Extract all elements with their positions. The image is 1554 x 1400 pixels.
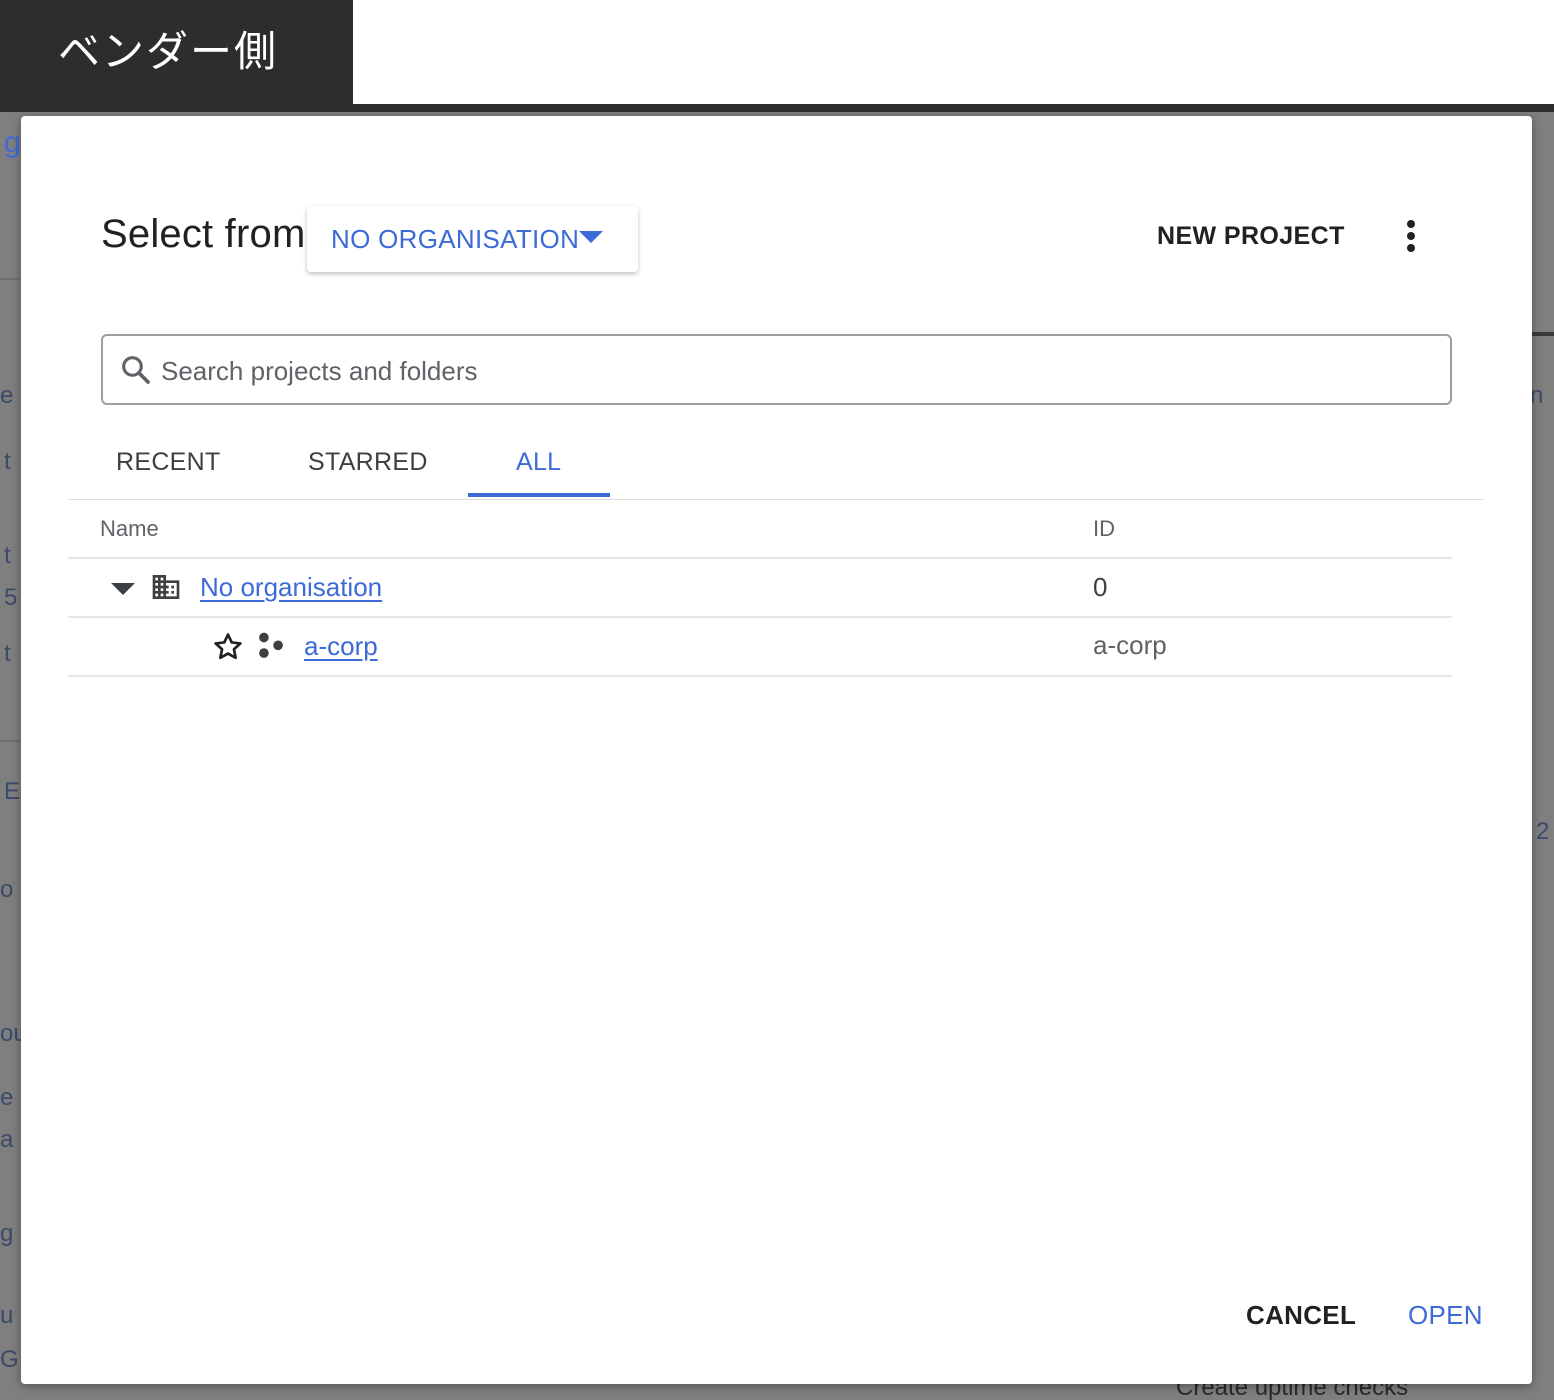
background-text: 5 [4,584,18,611]
caret-down-icon [579,231,603,243]
organisation-id: 0 [1093,572,1108,602]
tab-starred[interactable]: STARRED [308,448,428,477]
search-icon [122,356,150,384]
background-text: e [0,382,14,409]
table-divider [68,557,1452,559]
background-text: t [4,640,11,667]
background-text: u [0,1302,14,1329]
project-icon [259,632,283,658]
tab-all[interactable]: ALL [516,448,561,477]
table-divider [68,675,1452,677]
expand-caret-icon[interactable] [111,583,135,595]
background-text: e [0,1084,14,1111]
new-project-button[interactable]: NEW PROJECT [1157,222,1345,251]
dialog-title: Select from [101,212,306,256]
building-icon [152,575,180,599]
project-link[interactable]: a-corp [304,631,378,662]
table-divider [68,616,1452,618]
background-text: 2 [1536,818,1550,845]
tabs-divider [68,499,1484,500]
background-text: g [4,126,21,159]
star-outline-icon[interactable] [211,630,245,664]
open-button[interactable]: OPEN [1408,1300,1483,1331]
organisation-link[interactable]: No organisation [200,572,382,603]
organisation-dropdown-label: NO ORGANISATION [331,224,580,254]
column-header-name: Name [100,516,159,541]
background-divider [0,740,20,742]
screen: ベンダー側 g e t t 5 t E o ou e a g u G n 2 C… [0,0,1554,1400]
background-text: o [0,876,14,903]
background-text: n [1530,382,1544,409]
vendor-side-label: ベンダー側 [0,0,353,104]
organisation-dropdown[interactable]: NO ORGANISATION [307,206,638,272]
tab-recent[interactable]: RECENT [116,448,221,477]
more-options-icon[interactable] [1399,218,1423,254]
background-text: g [0,1220,14,1247]
background-text: t [4,448,11,475]
background-text: E [4,778,21,805]
background-divider [1532,332,1554,336]
column-header-id: ID [1093,516,1115,541]
search-input[interactable]: Search projects and folders [101,334,1452,405]
project-id: a-corp [1093,630,1167,660]
search-placeholder: Search projects and folders [161,356,478,386]
background-text: t [4,542,11,569]
background-text: G [0,1346,19,1373]
cancel-button[interactable]: CANCEL [1246,1300,1356,1331]
active-tab-indicator [468,493,610,497]
background-divider [0,278,20,280]
background-text: a [0,1126,14,1153]
project-picker-dialog: Select from NO ORGANISATION NEW PROJECT … [21,116,1532,1384]
